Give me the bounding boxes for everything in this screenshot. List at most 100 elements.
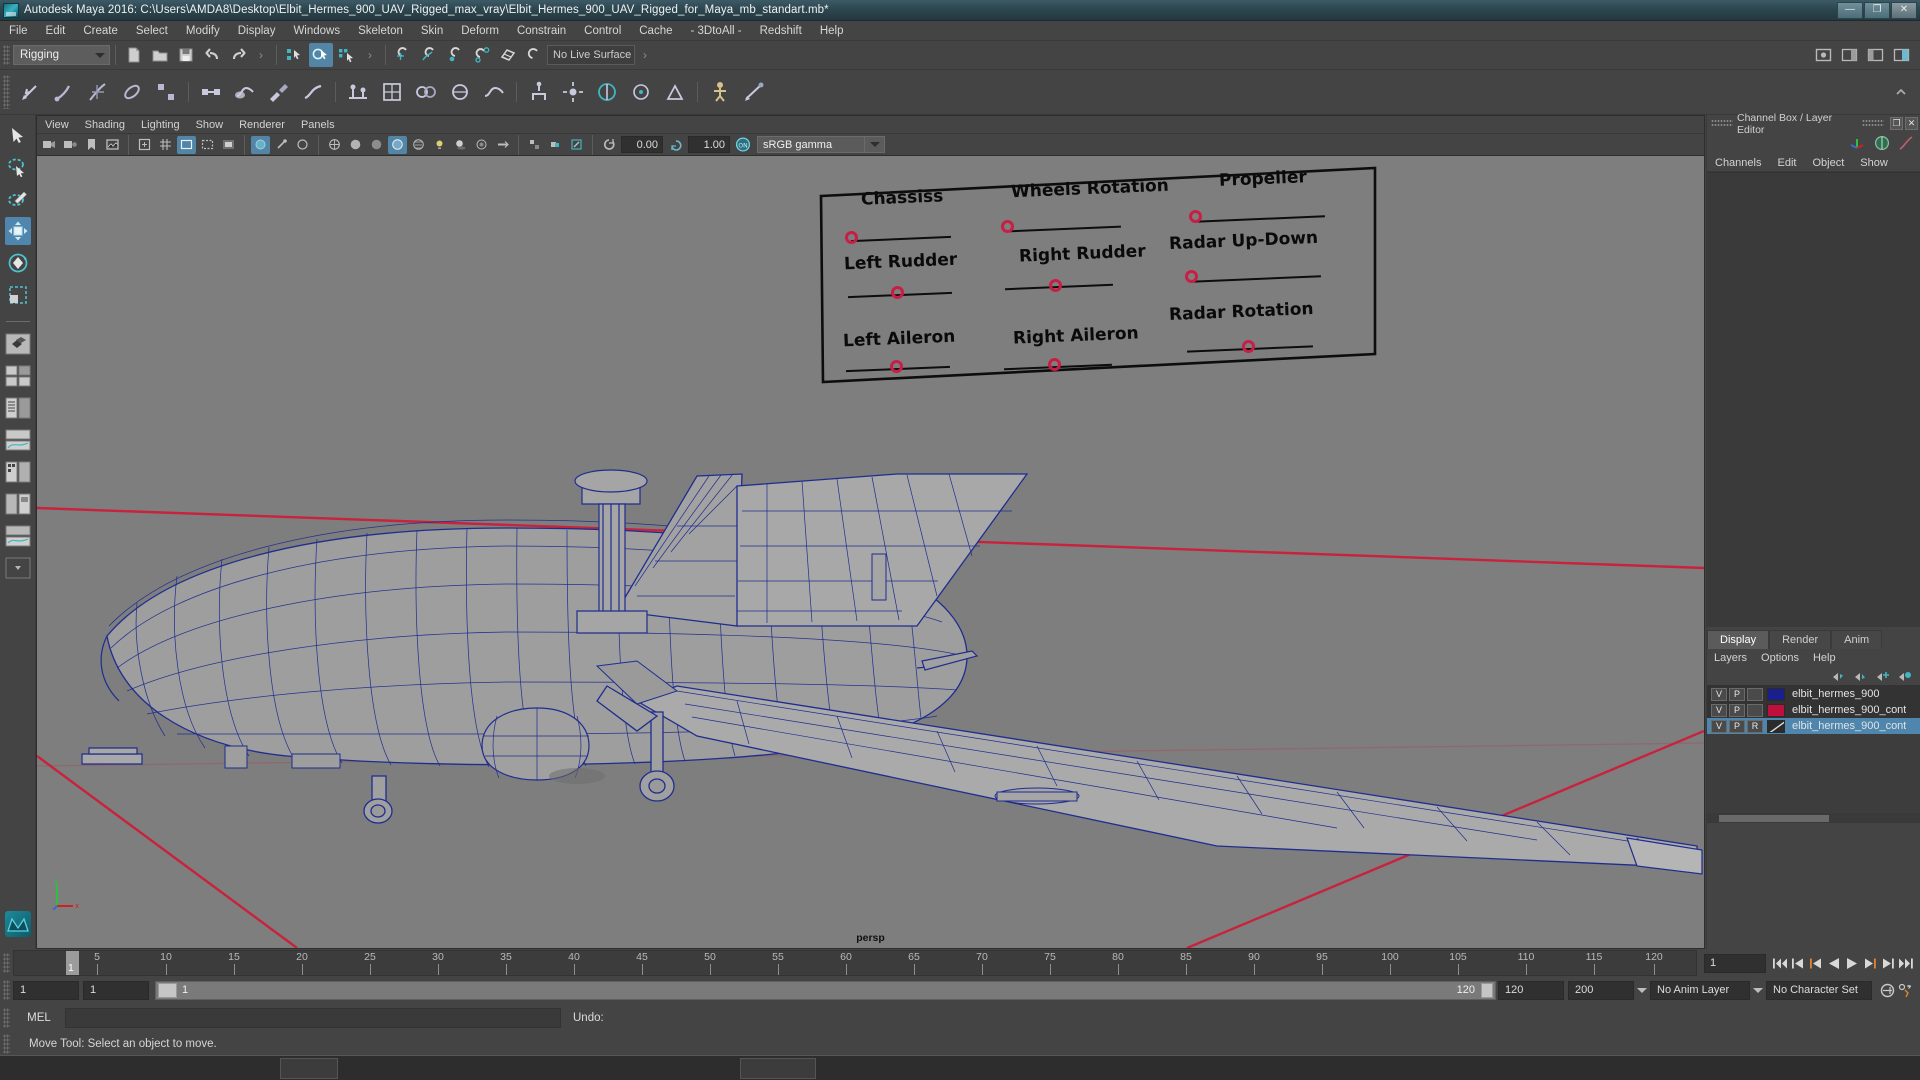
color-management-toggle-icon[interactable]: ON: [733, 136, 752, 154]
menu-modify[interactable]: Modify: [177, 22, 229, 40]
save-scene-icon[interactable]: [174, 43, 198, 67]
go-to-end-icon[interactable]: [1897, 953, 1915, 973]
snap-view-plane-icon[interactable]: [496, 43, 520, 67]
taskbar-item[interactable]: [740, 1058, 816, 1079]
blendshape-icon[interactable]: [411, 77, 441, 107]
select-tool[interactable]: [5, 121, 31, 149]
menu-windows[interactable]: Windows: [284, 22, 349, 40]
layer-visibility-toggle[interactable]: V: [1711, 720, 1727, 733]
layer-menu-layers[interactable]: Layers: [1707, 652, 1754, 664]
outliner-graph-layout[interactable]: [5, 490, 31, 518]
film-gate-icon[interactable]: [177, 136, 196, 154]
menu-cache[interactable]: Cache: [630, 22, 681, 40]
scrollbar-thumb[interactable]: [1719, 815, 1829, 822]
bind-skin-icon[interactable]: [196, 77, 226, 107]
channel-menu-show[interactable]: Show: [1852, 157, 1896, 169]
hypershade-persp-layout[interactable]: [5, 458, 31, 486]
xray-active-components-icon[interactable]: [293, 136, 312, 154]
menu-3dtoall[interactable]: - 3DtoAll -: [682, 22, 751, 40]
chevron-down-icon[interactable]: [1750, 981, 1766, 1000]
expand-shelf-icon[interactable]: [1889, 80, 1913, 104]
persp-graph-timeline-layout[interactable]: [5, 522, 31, 550]
layer-list-scrollbar[interactable]: [1707, 813, 1920, 823]
lasso-select-tool[interactable]: [5, 153, 31, 181]
character-set-field[interactable]: No Character Set: [1766, 981, 1872, 1000]
toolbar-collapse-arrow[interactable]: ›: [640, 45, 650, 65]
make-live-icon[interactable]: [522, 43, 546, 67]
tab-render[interactable]: Render: [1769, 630, 1831, 649]
multisample-icon[interactable]: [525, 136, 544, 154]
menu-create[interactable]: Create: [74, 22, 127, 40]
step-back-frame-icon[interactable]: [1807, 953, 1825, 973]
layer-display-type-toggle[interactable]: [1747, 704, 1763, 717]
menu-deform[interactable]: Deform: [452, 22, 508, 40]
play-backwards-icon[interactable]: [1825, 953, 1843, 973]
toolbar-gripper[interactable]: [3, 45, 10, 65]
menu-control[interactable]: Control: [575, 22, 630, 40]
color-management-dropdown[interactable]: sRGB gamma: [757, 136, 865, 153]
panel-close-button[interactable]: ✕: [1905, 117, 1918, 130]
play-forwards-icon[interactable]: [1843, 953, 1861, 973]
new-scene-icon[interactable]: [122, 43, 146, 67]
two-d-pan-zoom-icon[interactable]: [135, 136, 154, 154]
grid-toggle-icon[interactable]: [156, 136, 175, 154]
time-slider[interactable]: 1 5 10 15 20 25 30 35 40 45 50 55 60: [13, 950, 1697, 976]
layer-color-swatch[interactable]: [1767, 688, 1785, 701]
wire-tool-icon[interactable]: [479, 77, 509, 107]
anim-start-time-field[interactable]: 1: [13, 981, 79, 1000]
parent-constraint-icon[interactable]: [524, 77, 554, 107]
viewport-menu-shading[interactable]: Shading: [77, 118, 133, 132]
layer-row[interactable]: V P elbit_hermes_900_cont: [1707, 702, 1920, 718]
shadows-icon[interactable]: [451, 136, 470, 154]
layer-visibility-toggle[interactable]: V: [1711, 688, 1727, 701]
slider-knob-wheels-rotation[interactable]: [1001, 220, 1014, 233]
layer-name[interactable]: elbit_hermes_900: [1792, 688, 1879, 700]
rotate-tool[interactable]: [5, 249, 31, 277]
panel-restore-button[interactable]: ❐: [1890, 117, 1903, 130]
viewport-canvas[interactable]: Chassiss Left Rudder Left Aileron Wheels…: [37, 156, 1704, 948]
range-start-handle[interactable]: [158, 983, 177, 998]
select-camera-icon[interactable]: [40, 136, 59, 154]
use-lights-icon[interactable]: [430, 136, 449, 154]
ik-handle-icon[interactable]: [49, 77, 79, 107]
slider-knob-right-aileron[interactable]: [1048, 358, 1061, 371]
quick-rig-icon[interactable]: [705, 77, 735, 107]
curve-icon[interactable]: [1898, 135, 1914, 151]
range-end-handle[interactable]: [1481, 983, 1493, 998]
chevron-down-icon[interactable]: [865, 136, 885, 153]
wireframe-on-shaded-icon[interactable]: [388, 136, 407, 154]
menu-help[interactable]: Help: [811, 22, 853, 40]
scale-tool[interactable]: [5, 281, 31, 309]
interactive-bind-icon[interactable]: [230, 77, 260, 107]
layer-playback-toggle[interactable]: P: [1729, 720, 1745, 733]
slider-knob-chassiss[interactable]: [845, 231, 858, 244]
snap-grid-icon[interactable]: [392, 43, 416, 67]
layer-menu-options[interactable]: Options: [1754, 652, 1806, 664]
resolution-gate-icon[interactable]: [198, 136, 217, 154]
layer-visibility-toggle[interactable]: V: [1711, 704, 1727, 717]
panel-gripper[interactable]: [1862, 119, 1884, 128]
xray-joints-icon[interactable]: [272, 136, 291, 154]
shelf-gripper[interactable]: [3, 75, 10, 109]
mirror-joint-icon[interactable]: [151, 77, 181, 107]
toolbar-collapse-arrow[interactable]: ›: [365, 45, 375, 65]
taskbar-item[interactable]: [280, 1058, 338, 1079]
viewport-menu-view[interactable]: View: [37, 118, 77, 132]
point-constraint-icon[interactable]: [558, 77, 588, 107]
slider-knob-radar-rotation[interactable]: [1242, 340, 1255, 353]
step-forward-frame-icon[interactable]: [1861, 953, 1879, 973]
menu-constrain[interactable]: Constrain: [508, 22, 575, 40]
channel-menu-object[interactable]: Object: [1804, 157, 1852, 169]
tab-anim[interactable]: Anim: [1831, 630, 1882, 649]
human-ik-icon[interactable]: [739, 77, 769, 107]
exposure-icon[interactable]: [599, 136, 618, 154]
insert-joint-icon[interactable]: [117, 77, 147, 107]
shading-sphere-icon[interactable]: [1874, 135, 1890, 151]
current-frame-field[interactable]: 1: [1704, 954, 1766, 973]
ik-spline-icon[interactable]: [83, 77, 113, 107]
layer-color-swatch[interactable]: [1767, 720, 1785, 733]
xray-icon[interactable]: [251, 136, 270, 154]
layer-playback-toggle[interactable]: P: [1729, 704, 1745, 717]
minimize-button[interactable]: —: [1837, 2, 1863, 19]
layer-display-type-toggle[interactable]: R: [1747, 720, 1763, 733]
